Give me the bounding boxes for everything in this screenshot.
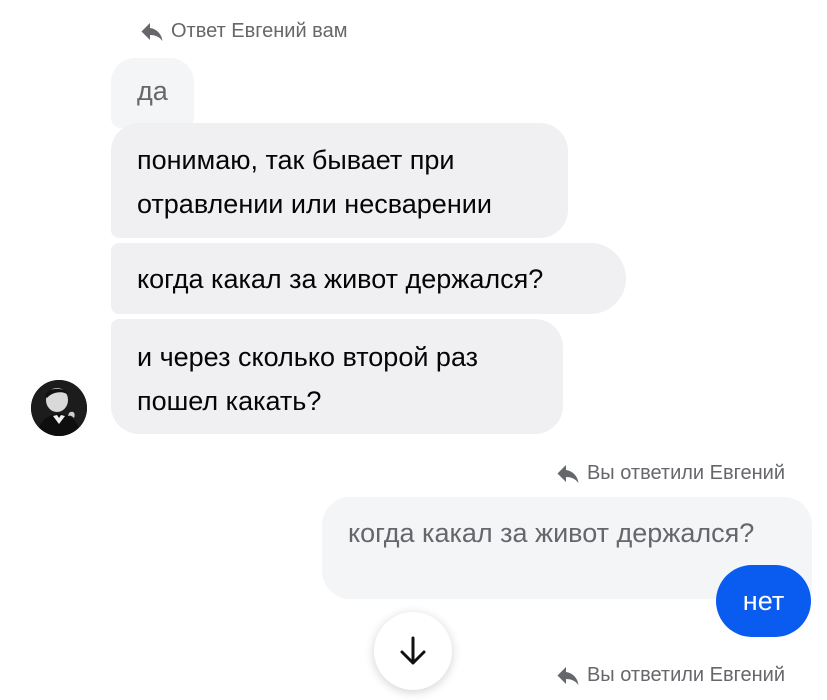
received-message[interactable]: понимаю, так бывает при отравлении или н… — [111, 123, 568, 238]
message-line: и через сколько второй раз — [137, 342, 479, 372]
reply-icon — [141, 22, 163, 41]
quoted-message-text: да — [137, 76, 168, 106]
message-line: отравлении или несварении — [137, 189, 492, 219]
reply-icon — [557, 666, 579, 685]
quoted-message-text: когда какал за живот держался? — [348, 518, 755, 548]
message-text: нет — [742, 586, 785, 616]
sent-message[interactable]: нет — [716, 565, 811, 637]
reply-indicator-text: Ответ Евгений вам — [171, 20, 348, 42]
received-message[interactable]: и через сколько второй раз пошел какать? — [111, 319, 563, 434]
reply-indicator-sent: Вы ответили Евгений — [557, 664, 785, 687]
reply-indicator-text: Вы ответили Евгений — [586, 664, 785, 686]
message-line: пошел какать? — [137, 386, 322, 416]
quoted-message-received[interactable]: да — [111, 58, 194, 128]
message-line: когда какал за живот держался? — [137, 264, 544, 294]
reply-indicator-received: Ответ Евгений вам — [141, 20, 347, 43]
profile-photo-icon — [31, 380, 87, 436]
message-line: понимаю, так бывает при — [137, 145, 455, 175]
arrow-down-icon — [400, 636, 426, 665]
received-message[interactable]: когда какал за живот держался? — [111, 243, 626, 314]
reply-icon — [557, 464, 579, 483]
scroll-to-bottom-button[interactable] — [374, 612, 452, 690]
reply-indicator-text: Вы ответили Евгений — [586, 462, 785, 484]
chat-thread: Ответ Евгений вам да понимаю, так бывает… — [0, 0, 827, 700]
avatar[interactable] — [31, 380, 87, 436]
reply-indicator-sent: Вы ответили Евгений — [557, 462, 785, 485]
